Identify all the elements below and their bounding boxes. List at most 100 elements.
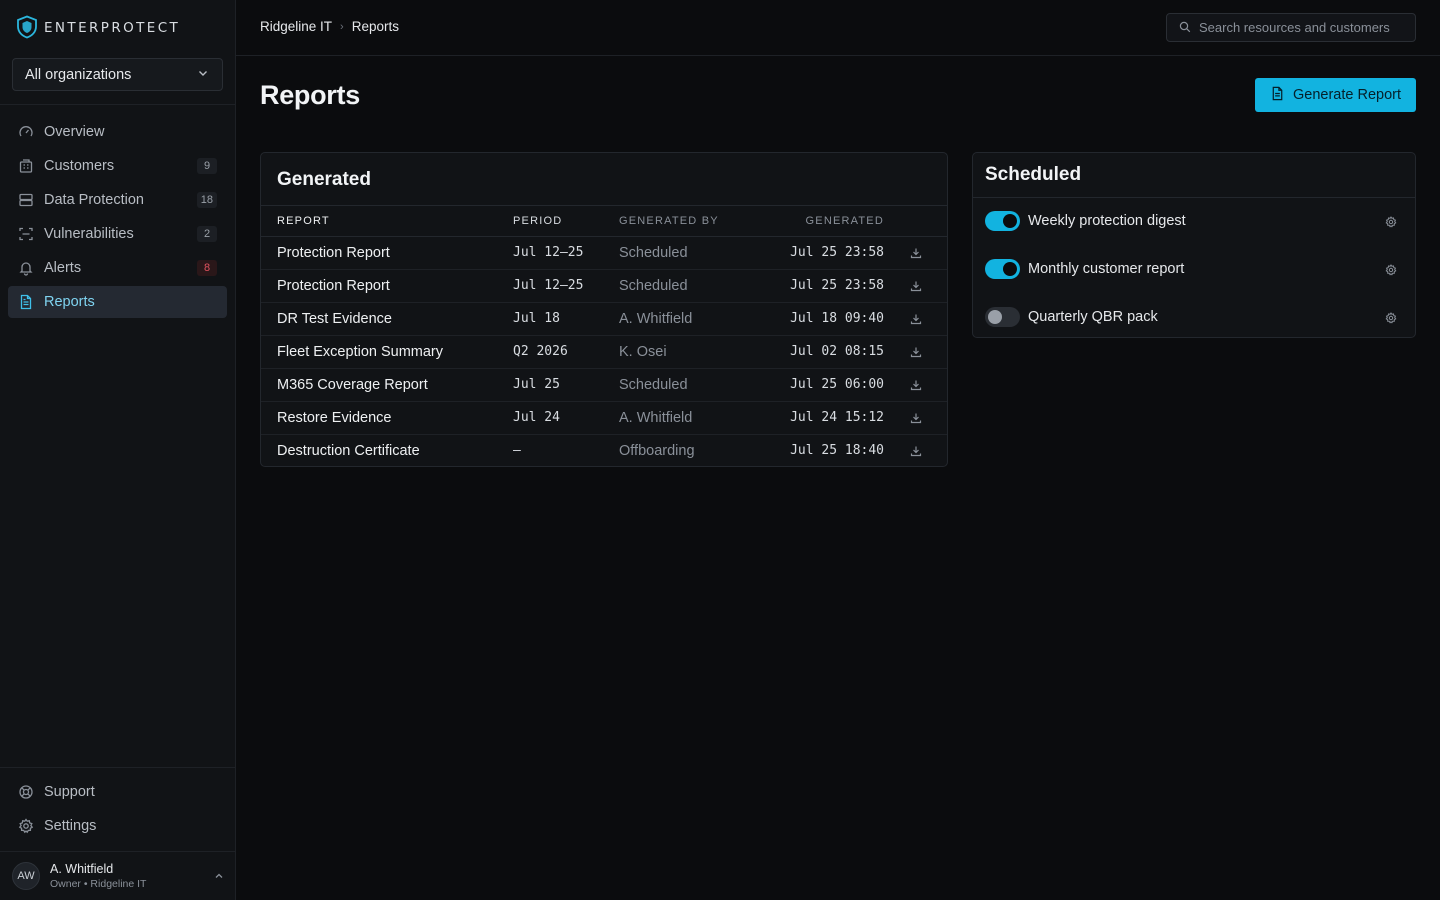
gauge-icon	[18, 124, 34, 140]
schedule-toggle[interactable]	[985, 211, 1020, 231]
count-badge: 2	[197, 226, 217, 242]
generated-by-cell: Scheduled	[619, 236, 769, 270]
period-cell: Jul 12–25	[513, 236, 619, 270]
organization-select[interactable]: All organizations	[12, 58, 223, 91]
breadcrumb-parent-link[interactable]: Ridgeline IT	[260, 19, 332, 34]
brand-logo[interactable]: ENTERPROTECT	[16, 15, 180, 41]
generated-by-cell: A. Whitfield	[619, 401, 769, 435]
download-icon	[910, 443, 922, 459]
scheduled-item: Weekly protection digest	[973, 197, 1415, 245]
sidebar-item-settings[interactable]: Settings	[8, 810, 227, 842]
report-name-cell[interactable]: Destruction Certificate	[261, 434, 513, 466]
gear-icon[interactable]	[1385, 311, 1397, 324]
download-icon	[910, 410, 922, 426]
topbar: Ridgeline IT › Reports	[236, 0, 1440, 56]
search-icon	[1179, 20, 1191, 36]
organization-select-value: All organizations	[25, 66, 132, 83]
table-header-row: REPORT PERIOD GENERATED BY GENERATED	[261, 206, 947, 237]
column-header-actions	[884, 206, 947, 237]
scheduled-item-label: Quarterly QBR pack	[1028, 309, 1158, 325]
sidebar-item-reports[interactable]: Reports	[8, 286, 227, 318]
generated-card-title: Generated	[277, 169, 371, 190]
download-button[interactable]	[884, 302, 947, 336]
user-menu[interactable]: AW A. Whitfield Owner • Ridgeline IT	[0, 852, 236, 900]
shield-logo-icon	[16, 15, 38, 42]
scheduled-item: Quarterly QBR pack	[973, 293, 1415, 337]
user-info: A. Whitfield Owner • Ridgeline IT	[50, 862, 214, 891]
generate-report-button[interactable]: Generate Report	[1255, 78, 1416, 112]
report-name-cell[interactable]: DR Test Evidence	[261, 302, 513, 336]
table-row[interactable]: Restore Evidence Jul 24 A. Whitfield Jul 24…	[261, 401, 947, 435]
download-button[interactable]	[884, 269, 947, 303]
generated-time-cell: Jul 25 23:58	[769, 236, 884, 270]
table-row[interactable]: Protection Report Jul 12–25 Scheduled Jul 2…	[261, 269, 947, 303]
table-row[interactable]: DR Test Evidence Jul 18 A. Whitfield Jul 18…	[261, 302, 947, 336]
sidebar-item-data-protection[interactable]: Data Protection 18	[8, 184, 227, 216]
gear-icon[interactable]	[1385, 263, 1397, 276]
sidebar-item-customers[interactable]: Customers 9	[8, 150, 227, 182]
sidebar-item-overview[interactable]: Overview	[8, 116, 227, 148]
sidebar-item-label: Support	[44, 784, 95, 800]
generated-by-cell: A. Whitfield	[619, 302, 769, 336]
report-name-cell[interactable]: Protection Report	[261, 236, 513, 270]
table-row[interactable]: Fleet Exception Summary Q2 2026 K. Osei Jul…	[261, 335, 947, 369]
table-row[interactable]: Destruction Certificate – Offboarding Jul 2…	[261, 434, 947, 466]
download-button[interactable]	[884, 368, 947, 402]
report-name-cell[interactable]: Restore Evidence	[261, 401, 513, 435]
generated-reports-card: Generated REPORT PERIOD GENERATED BY GEN…	[260, 152, 948, 467]
table-row[interactable]: Protection Report Jul 12–25 Scheduled Jul 2…	[261, 236, 947, 270]
generate-report-label: Generate Report	[1292, 87, 1401, 103]
chevron-right-icon: ›	[340, 20, 344, 33]
download-button[interactable]	[884, 335, 947, 369]
sidebar-item-support[interactable]: Support	[8, 776, 227, 808]
download-button[interactable]	[884, 236, 947, 270]
column-header-generated[interactable]: GENERATED	[769, 206, 884, 237]
sidebar-item-label: Data Protection	[44, 192, 144, 208]
generated-time-cell: Jul 25 06:00	[769, 368, 884, 402]
sidebar-item-vulnerabilities[interactable]: Vulnerabilities 2	[8, 218, 227, 250]
report-name-cell[interactable]: M365 Coverage Report	[261, 368, 513, 402]
schedule-toggle[interactable]	[985, 307, 1020, 327]
download-icon	[910, 311, 922, 327]
scheduled-item-label: Weekly protection digest	[1028, 213, 1186, 229]
file-text-icon	[18, 294, 34, 310]
download-button[interactable]	[884, 401, 947, 435]
page-title: Reports	[260, 80, 360, 110]
download-icon	[910, 278, 922, 294]
sidebar-divider	[0, 104, 236, 105]
avatar: AW	[12, 862, 40, 890]
generated-reports-table: REPORT PERIOD GENERATED BY GENERATED Pro…	[261, 206, 947, 466]
count-badge: 18	[196, 192, 217, 208]
generated-by-cell: K. Osei	[619, 335, 769, 369]
sidebar: ENTERPROTECT All organizations Overview …	[0, 0, 236, 900]
gear-icon[interactable]	[1385, 215, 1397, 228]
scheduled-reports-card: Scheduled Weekly protection digest Monthl…	[972, 152, 1416, 338]
generated-time-cell: Jul 24 15:12	[769, 401, 884, 435]
search-box[interactable]	[1166, 13, 1416, 42]
sidebar-item-label: Customers	[44, 158, 115, 174]
building-icon	[18, 158, 34, 174]
period-cell: Jul 24	[513, 401, 619, 435]
scheduled-item: Monthly customer report	[973, 245, 1415, 293]
table-row[interactable]: M365 Coverage Report Jul 25 Scheduled Jul 2…	[261, 368, 947, 402]
generated-time-cell: Jul 02 08:15	[769, 335, 884, 369]
sidebar-item-alerts[interactable]: Alerts 8	[8, 252, 227, 284]
download-icon	[910, 377, 922, 393]
report-name-cell[interactable]: Fleet Exception Summary	[261, 335, 513, 369]
period-cell: Jul 25	[513, 368, 619, 402]
column-header-report[interactable]: REPORT	[261, 206, 513, 237]
scheduled-item-label: Monthly customer report	[1028, 261, 1185, 277]
report-name-cell[interactable]: Protection Report	[261, 269, 513, 303]
alert-count-badge: 8	[197, 260, 217, 276]
column-header-generated-by[interactable]: GENERATED BY	[619, 206, 769, 237]
brand-name: ENTERPROTECT	[44, 20, 181, 36]
search-input[interactable]	[1199, 20, 1399, 35]
column-header-period[interactable]: PERIOD	[513, 206, 619, 237]
scheduled-card-title: Scheduled	[985, 164, 1082, 185]
generated-by-cell: Scheduled	[619, 269, 769, 303]
download-button[interactable]	[884, 434, 947, 466]
schedule-toggle[interactable]	[985, 259, 1020, 279]
sidebar-divider	[0, 767, 236, 768]
file-text-icon	[1270, 86, 1285, 105]
lifebuoy-icon	[18, 784, 34, 800]
